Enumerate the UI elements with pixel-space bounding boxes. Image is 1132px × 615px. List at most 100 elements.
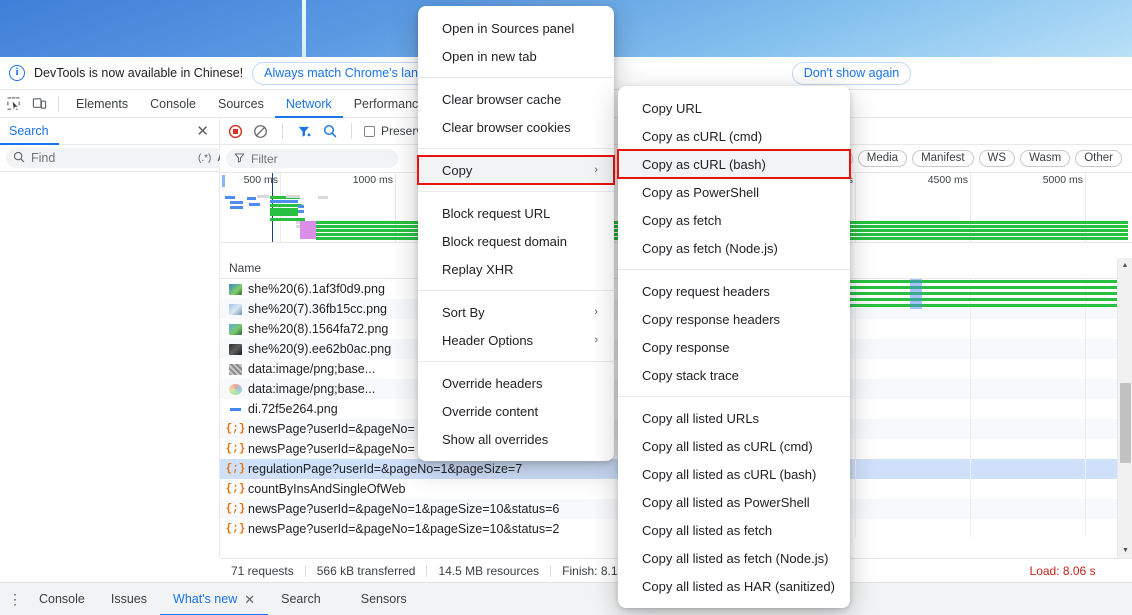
toolbar-divider	[282, 123, 283, 139]
menu-item-label: Header Options	[442, 332, 534, 348]
search-icon[interactable]	[320, 122, 339, 141]
menu-item-label: Replay XHR	[442, 261, 514, 277]
search-pane-header: Search ✕	[0, 118, 219, 145]
menu-item-label: Override headers	[442, 375, 543, 391]
menu-item-copy-all-listed-as-fetch[interactable]: Copy all listed as fetch	[618, 516, 850, 544]
menu-item-copy-all-listed-as-curl-cmd[interactable]: Copy all listed as cURL (cmd)	[618, 432, 850, 460]
menu-separator	[418, 361, 614, 362]
menu-item-copy-as-curl-bash[interactable]: Copy as cURL (bash)	[617, 149, 851, 179]
menu-item-copy-stack-trace[interactable]: Copy stack trace	[618, 361, 850, 389]
menu-item-copy-as-fetch-nodejs[interactable]: Copy as fetch (Node.js)	[618, 234, 850, 262]
menu-separator	[418, 290, 614, 291]
filter-pill-ws[interactable]: WS	[978, 150, 1016, 167]
regex-toggle[interactable]: (.*)	[198, 153, 211, 164]
filter-icon	[234, 152, 245, 166]
menu-item-copy-request-headers[interactable]: Copy request headers	[618, 277, 850, 305]
menu-item-label: Override content	[442, 403, 539, 419]
menu-item-label: Copy all listed as fetch (Node.js)	[642, 550, 829, 566]
drawer-tab-whats-new[interactable]: What's new ✕	[160, 583, 268, 615]
menu-item-copy-as-powershell[interactable]: Copy as PowerShell	[618, 178, 850, 206]
page-caret	[302, 0, 306, 57]
overview-window-handle[interactable]	[222, 175, 225, 187]
menu-item-label: Show all overrides	[442, 431, 549, 447]
overview-tick-label: 4500 ms	[927, 174, 968, 186]
menu-item-copy-response-headers[interactable]: Copy response headers	[618, 305, 850, 333]
menu-separator	[418, 148, 614, 149]
menu-item-copy[interactable]: Copy ›	[417, 155, 615, 185]
scroll-up-arrow[interactable]: ▲	[1118, 258, 1132, 273]
tab-network[interactable]: Network	[275, 90, 343, 118]
menu-item-label: Copy response headers	[642, 311, 781, 327]
record-stop-icon[interactable]	[226, 122, 245, 141]
menu-item-label: Copy stack trace	[642, 367, 739, 383]
menu-item-label: Copy as cURL (bash)	[642, 156, 766, 172]
filter-pill-manifest[interactable]: Manifest	[912, 150, 974, 167]
chevron-right-icon: ›	[594, 334, 598, 346]
search-input-wrapper[interactable]: (.*) Aa	[6, 148, 236, 168]
menu-item-clear-browser-cookies[interactable]: Clear browser cookies	[418, 113, 614, 141]
menu-item-override-headers[interactable]: Override headers	[418, 369, 614, 397]
menu-item-copy-as-curl-cmd[interactable]: Copy as cURL (cmd)	[618, 122, 850, 150]
drawer-tab-whats-new-label: What's new	[173, 591, 238, 606]
menu-item-label: Copy request headers	[642, 283, 770, 299]
menu-item-label: Clear browser cookies	[442, 119, 571, 135]
copy-submenu: Copy URL Copy as cURL (cmd) Copy as cURL…	[617, 86, 851, 608]
search-pane-title[interactable]: Search	[0, 118, 59, 145]
status-load: Load: 8.06 s	[1029, 563, 1096, 578]
tab-elements[interactable]: Elements	[65, 90, 139, 118]
scroll-down-arrow[interactable]: ▼	[1118, 543, 1132, 558]
close-icon[interactable]: ✕	[244, 584, 255, 615]
tab-sources[interactable]: Sources	[207, 90, 275, 118]
menu-item-copy-all-listed-as-har-sanitized[interactable]: Copy all listed as HAR (sanitized)	[618, 572, 850, 600]
menu-item-copy-all-listed-urls[interactable]: Copy all listed URLs	[618, 404, 850, 432]
close-icon[interactable]: ✕	[186, 122, 219, 140]
menu-item-block-request-url[interactable]: Block request URL	[418, 199, 614, 227]
info-icon: i	[9, 65, 25, 81]
menu-item-show-all-overrides[interactable]: Show all overrides	[418, 425, 614, 453]
menu-item-open-in-sources-panel[interactable]: Open in Sources panel	[418, 14, 614, 42]
scrollbar-thumb[interactable]	[1120, 383, 1131, 463]
more-vertical-icon[interactable]: ⋮	[4, 592, 26, 606]
menu-item-copy-all-listed-as-curl-bash[interactable]: Copy all listed as cURL (bash)	[618, 460, 850, 488]
menu-item-label: Open in new tab	[442, 48, 537, 64]
banner-message: DevTools is now available in Chinese!	[34, 66, 244, 80]
menu-item-label: Copy all listed as fetch	[642, 522, 773, 538]
menu-item-copy-all-listed-as-fetch-nodejs[interactable]: Copy all listed as fetch (Node.js)	[618, 544, 850, 572]
filter-input[interactable]	[251, 151, 406, 166]
menu-item-label: Copy all listed as PowerShell	[642, 494, 810, 510]
tab-console[interactable]: Console	[139, 90, 207, 118]
menu-item-block-request-domain[interactable]: Block request domain	[418, 227, 614, 255]
menu-item-copy-all-listed-as-powershell[interactable]: Copy all listed as PowerShell	[618, 488, 850, 516]
clear-network-log-icon[interactable]	[251, 122, 270, 141]
menu-item-copy-response[interactable]: Copy response	[618, 333, 850, 361]
request-list-scrollbar[interactable]: ▲ ▼	[1117, 258, 1132, 558]
toolbar-divider	[58, 95, 59, 112]
filter-pill-media[interactable]: Media	[857, 150, 908, 167]
menu-item-label: Copy as PowerShell	[642, 184, 760, 200]
drawer-tab-search[interactable]: Search	[268, 583, 334, 615]
inspect-element-icon[interactable]	[0, 91, 26, 117]
device-toolbar-icon[interactable]	[26, 91, 52, 117]
menu-item-copy-as-fetch[interactable]: Copy as fetch	[618, 206, 850, 234]
drawer-tab-sensors[interactable]: Sensors	[348, 583, 420, 615]
menu-item-header-options[interactable]: Header Options ›	[418, 326, 614, 354]
menu-item-replay-xhr[interactable]: Replay XHR	[418, 255, 614, 283]
drawer-tab-issues[interactable]: Issues	[98, 583, 160, 615]
menu-separator	[418, 191, 614, 192]
menu-separator	[418, 77, 614, 78]
menu-item-clear-browser-cache[interactable]: Clear browser cache	[418, 85, 614, 113]
search-input[interactable]	[31, 151, 192, 165]
menu-item-override-content[interactable]: Override content	[418, 397, 614, 425]
filter-input-wrapper[interactable]	[226, 149, 406, 168]
menu-item-label: Copy response	[642, 339, 730, 355]
drawer-tab-console[interactable]: Console	[26, 583, 98, 615]
menu-item-sort-by[interactable]: Sort By ›	[418, 298, 614, 326]
filter-pill-wasm[interactable]: Wasm	[1020, 150, 1071, 167]
menu-item-copy-url[interactable]: Copy URL	[618, 94, 850, 122]
menu-item-open-in-new-tab[interactable]: Open in new tab	[418, 42, 614, 70]
dont-show-again-button[interactable]: Don't show again	[791, 61, 912, 85]
filter-pill-other[interactable]: Other	[1075, 150, 1122, 167]
devtools-drawer-tabs: ⋮ Console Issues What's new ✕ Search Sen…	[0, 582, 1132, 615]
filter-icon[interactable]	[295, 122, 314, 141]
chevron-right-icon: ›	[594, 164, 598, 176]
